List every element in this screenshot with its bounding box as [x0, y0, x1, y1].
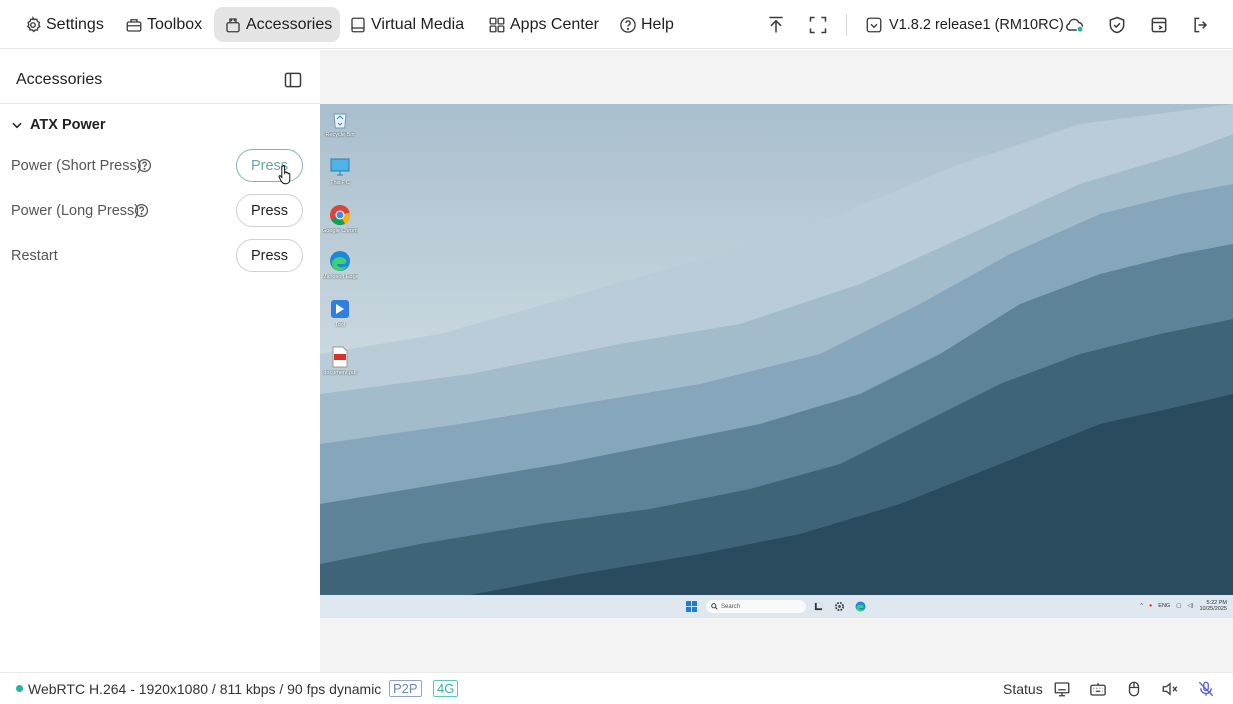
help-icon[interactable] — [134, 203, 149, 218]
remote-taskbar: Search ^ ● ENG ▢ ◁) 5:22 PM 10/25/2025 — [320, 595, 1233, 618]
restart-button[interactable]: Press — [236, 239, 303, 272]
task-view-icon[interactable] — [814, 602, 823, 611]
power-short-press-label: Power (Short Press) — [11, 158, 142, 174]
power-short-press-row: Power (Short Press) Press — [11, 149, 303, 183]
microphone-muted-icon[interactable] — [1197, 680, 1215, 698]
status-bar: WebRTC H.264 - 1920x1080 / 811 kbps / 90… — [0, 672, 1233, 704]
accessories-icon — [224, 16, 242, 34]
nav-accessories[interactable]: Accessories — [214, 0, 341, 49]
4g-badge: 4G — [433, 680, 459, 697]
layout-switch-icon[interactable] — [1149, 15, 1169, 35]
edge-icon — [329, 250, 351, 272]
tray-date: 10/25/2025 — [1199, 606, 1227, 612]
power-long-press-button[interactable]: Press — [236, 194, 303, 227]
recycle-bin-icon — [329, 108, 351, 130]
desktop-icon-chrome[interactable]: Google Chrome — [322, 204, 358, 234]
taskbar-search-label: Search — [721, 603, 741, 610]
mouse-icon[interactable] — [1125, 680, 1143, 698]
help-circle-icon — [619, 16, 637, 34]
sidebar-toggle-icon[interactable] — [283, 70, 303, 90]
remote-view-area: Recycle Bin This PC Google Chrome Micros… — [320, 50, 1233, 672]
desktop-icon-edge[interactable]: Microsoft Edge — [322, 250, 358, 280]
virtual-media-icon — [349, 16, 367, 34]
upload-icon[interactable] — [766, 15, 786, 35]
nav-help[interactable]: Help — [619, 0, 674, 49]
monitor-icon — [329, 156, 351, 178]
desktop-icon-recycle-bin[interactable]: Recycle Bin — [322, 108, 358, 138]
chevron-down-icon — [10, 118, 24, 132]
tray-language: ENG — [1158, 603, 1171, 609]
status-label[interactable]: Status — [1003, 681, 1043, 697]
nav-apps-center-label: Apps Center — [510, 15, 599, 33]
version-icon — [865, 16, 883, 34]
settings-app-icon[interactable] — [834, 601, 845, 612]
power-long-press-label: Power (Long Press) — [11, 203, 140, 219]
nav-settings[interactable]: Settings — [24, 0, 104, 49]
desktop-icon-label: This PC — [330, 180, 350, 186]
windows-start-icon[interactable] — [686, 601, 697, 612]
atx-power-group-label: ATX Power — [30, 117, 106, 133]
mountain-wallpaper — [320, 104, 1233, 595]
tray-chevron-up-icon: ^ — [1140, 603, 1143, 609]
hand-cursor-icon — [278, 164, 296, 186]
taskbar-search-box[interactable]: Search — [706, 600, 806, 613]
desktop-icon-this-pc[interactable]: This PC — [322, 156, 358, 186]
shield-icon[interactable] — [1107, 15, 1127, 35]
tray-network-icon: ▢ — [1176, 603, 1182, 609]
desktop-icon-tool[interactable]: Tool — [322, 298, 358, 328]
nav-settings-label: Settings — [46, 15, 104, 33]
help-icon[interactable] — [137, 158, 152, 173]
apps-grid-icon — [488, 16, 506, 34]
desktop-icon-label: Microsoft Edge — [322, 274, 358, 280]
chrome-icon — [329, 204, 351, 226]
search-icon — [711, 603, 718, 610]
sidebar-header: Accessories — [0, 50, 320, 104]
settings-icon — [24, 15, 42, 34]
system-tray[interactable]: ^ ● ENG ▢ ◁) 5:22 PM 10/25/2025 — [1140, 600, 1227, 612]
pdf-file-icon — [329, 346, 351, 368]
speaker-muted-icon[interactable] — [1161, 680, 1179, 698]
nav-virtual-media[interactable]: Virtual Media — [349, 0, 464, 49]
toolbox-icon — [125, 16, 143, 34]
connection-status-dot — [16, 685, 23, 692]
restart-row: Restart Press — [11, 239, 303, 273]
app-shortcut-icon — [329, 298, 351, 320]
nav-virtual-media-label: Virtual Media — [371, 15, 465, 33]
p2p-badge: P2P — [389, 680, 422, 697]
cloud-status-icon[interactable] — [1065, 15, 1085, 35]
atx-power-group-header[interactable]: ATX Power — [10, 117, 105, 133]
nav-help-label: Help — [641, 15, 674, 33]
desktop-icon-label: document.pdf — [323, 370, 357, 376]
keyboard-icon[interactable] — [1089, 680, 1107, 698]
logout-icon[interactable] — [1191, 15, 1211, 35]
desktop-icon-pdf[interactable]: document.pdf — [322, 346, 358, 376]
sidebar-title: Accessories — [16, 71, 103, 88]
nav-toolbox-label: Toolbox — [147, 15, 203, 33]
fullscreen-icon[interactable] — [808, 15, 828, 35]
accessories-sidebar: Accessories ATX Power Power (Short Press… — [0, 50, 320, 672]
version-info[interactable]: V1.8.2 release1 (RM10RC) — [865, 0, 1064, 49]
tray-clock: 5:22 PM 10/25/2025 — [1199, 600, 1227, 612]
nav-accessories-label: Accessories — [246, 15, 333, 33]
tray-volume-icon: ◁) — [1187, 603, 1194, 609]
desktop-icon-label: Recycle Bin — [325, 132, 355, 138]
remote-desktop-screen[interactable]: Recycle Bin This PC Google Chrome Micros… — [320, 104, 1233, 618]
toolbar-divider — [846, 14, 847, 36]
nav-apps-center[interactable]: Apps Center — [488, 0, 599, 49]
desktop-icon-label: Tool — [334, 322, 346, 328]
restart-label: Restart — [11, 248, 58, 264]
screen-display-icon[interactable] — [1053, 680, 1071, 698]
tray-app-icon: ● — [1148, 603, 1153, 609]
edge-taskbar-icon[interactable] — [855, 601, 866, 612]
nav-toolbox[interactable]: Toolbox — [125, 0, 202, 49]
top-bar: Settings Toolbox Accessories Virtual Med… — [0, 0, 1233, 49]
power-long-press-row: Power (Long Press) Press — [11, 194, 303, 228]
desktop-icon-label: Google Chrome — [322, 228, 358, 234]
stream-info: WebRTC H.264 - 1920x1080 / 811 kbps / 90… — [28, 681, 382, 697]
version-label: V1.8.2 release1 (RM10RC) — [889, 16, 1064, 33]
